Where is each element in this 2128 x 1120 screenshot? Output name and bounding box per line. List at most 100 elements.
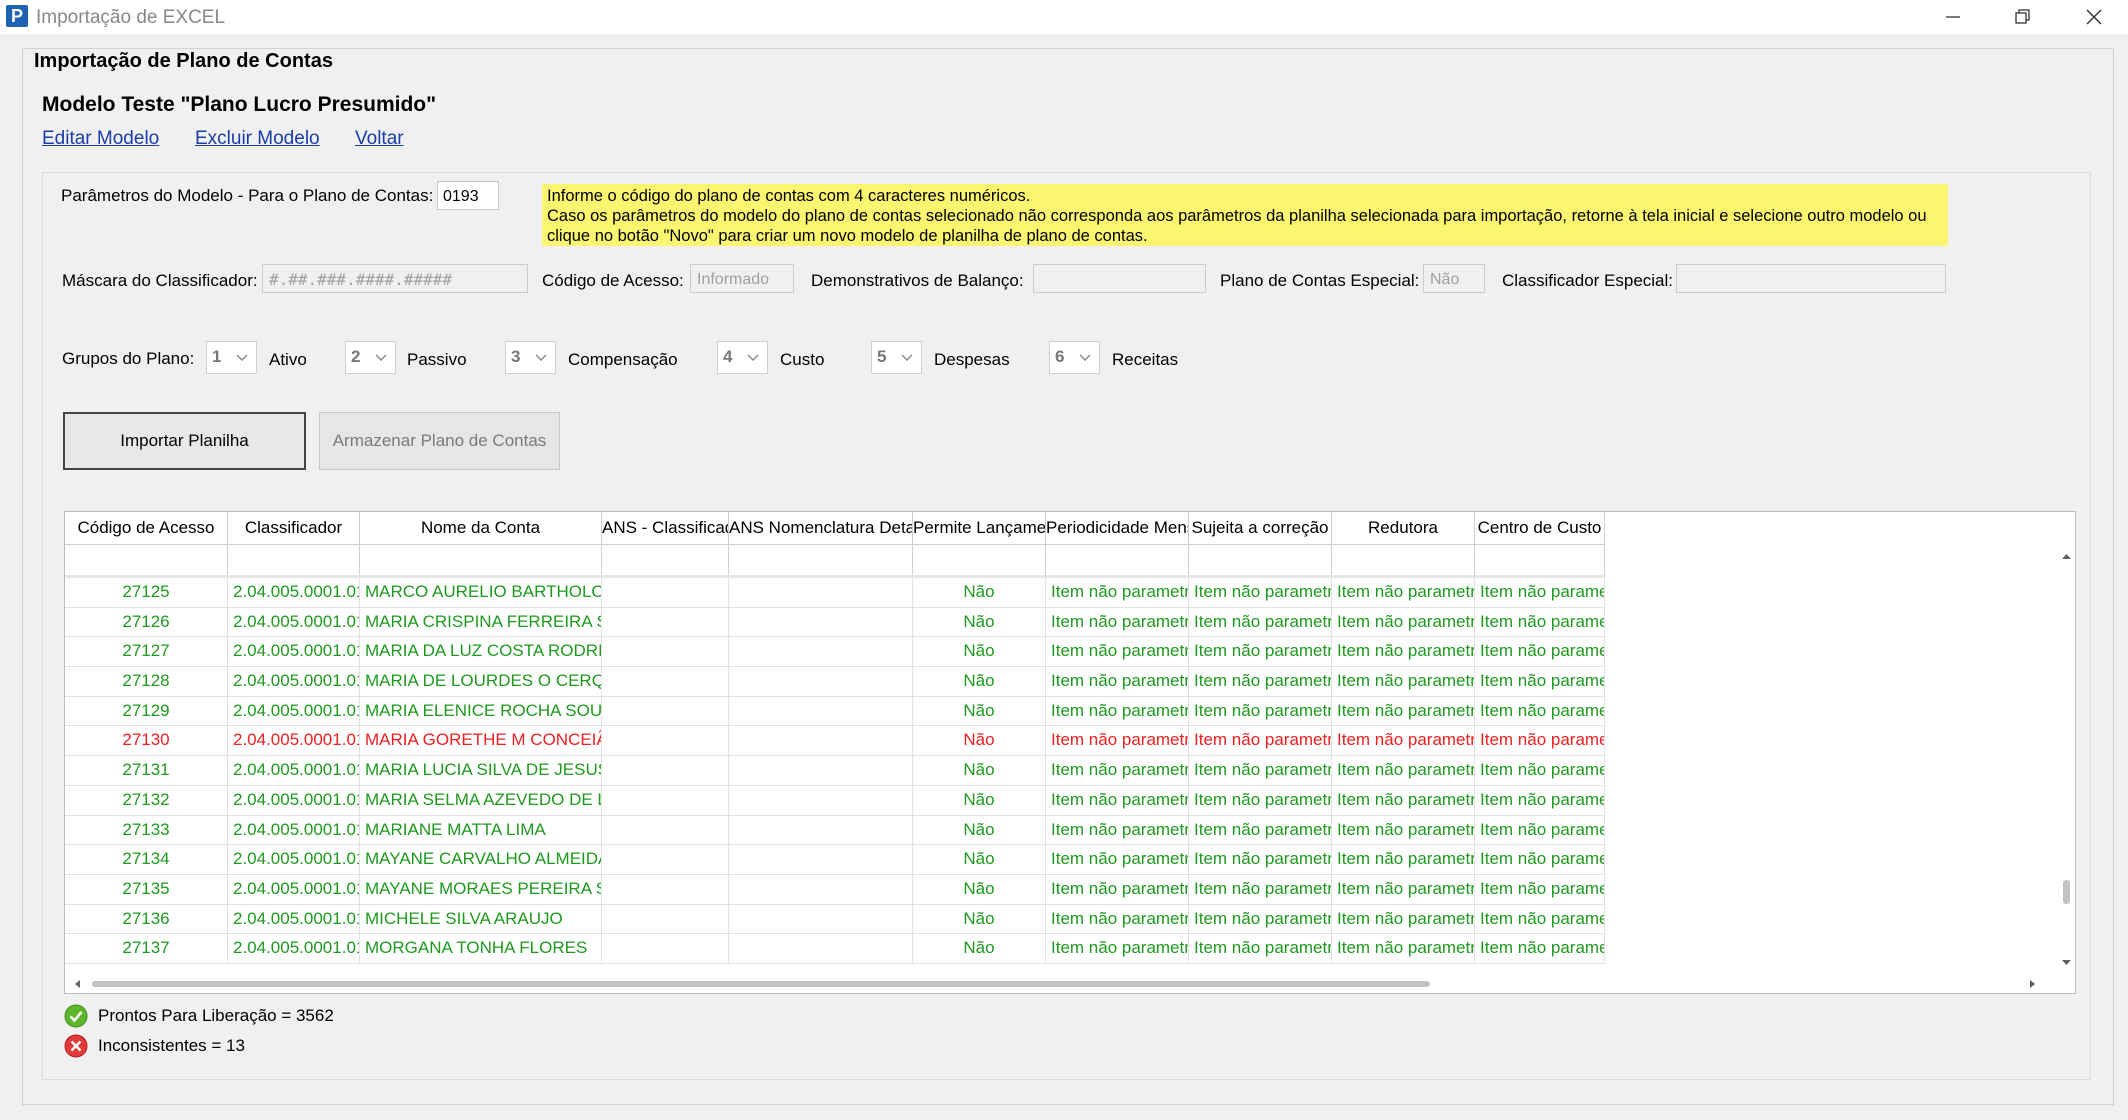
table-cell: Não xyxy=(913,578,1046,607)
table-cell: Item não parametrizado xyxy=(1189,904,1332,934)
filter-cell[interactable] xyxy=(729,545,913,575)
plan-code-input[interactable]: 0193 xyxy=(437,181,499,210)
special-classifier-input[interactable] xyxy=(1676,264,1946,293)
table-row[interactable]: 271252.04.005.0001.01143MARCO AURELIO BA… xyxy=(65,578,1605,608)
filter-cell[interactable] xyxy=(65,545,228,575)
column-header[interactable]: Nome da Conta xyxy=(360,512,602,544)
table-row[interactable]: 271272.04.005.0001.01145MARIA DA LUZ COS… xyxy=(65,637,1605,668)
table-cell: Não xyxy=(913,785,1046,815)
table-cell: Item não parametrizado xyxy=(1189,696,1332,726)
edit-model-link[interactable]: Editar Modelo xyxy=(42,128,159,150)
table-cell: 27133 xyxy=(65,815,228,845)
filter-cell[interactable] xyxy=(1475,545,1605,575)
table-row[interactable]: 271292.04.005.0001.01147MARIA ELENICE RO… xyxy=(65,696,1605,727)
balance-input[interactable] xyxy=(1033,264,1206,293)
group-combo-value: 4 xyxy=(723,347,733,366)
delete-model-link[interactable]: Excluir Modelo xyxy=(195,128,320,150)
table-cell: Não xyxy=(913,637,1046,667)
table-cell: 27134 xyxy=(65,845,228,874)
column-header[interactable]: Permite Lançamento xyxy=(913,512,1046,544)
group-combo-value: 2 xyxy=(351,347,361,366)
filter-cell[interactable] xyxy=(913,545,1046,575)
group-combo-6[interactable]: 6 xyxy=(1049,341,1100,374)
table-row[interactable]: 271322.04.005.0001.01150MARIA SELMA AZEV… xyxy=(65,785,1605,816)
filter-cell[interactable] xyxy=(1046,545,1189,575)
chevron-down-icon xyxy=(375,354,387,361)
scroll-down-icon[interactable] xyxy=(2062,960,2071,965)
horizontal-scrollbar[interactable] xyxy=(65,975,2075,993)
access-code-input[interactable]: Informado xyxy=(690,264,794,293)
table-row[interactable]: 271262.04.005.0001.01144MARIA CRISPINA F… xyxy=(65,607,1605,638)
table-row[interactable]: 271372.04.005.0001.01155MORGANA TONHA FL… xyxy=(65,934,1605,964)
filter-cell[interactable] xyxy=(1332,545,1475,575)
table-row[interactable]: 271332.04.005.0001.01151MARIANE MATTA LI… xyxy=(65,815,1605,846)
back-link[interactable]: Voltar xyxy=(355,128,404,150)
scroll-thumb[interactable] xyxy=(92,981,1430,987)
column-header[interactable]: Sujeita a correção xyxy=(1189,512,1332,544)
group-combo-5[interactable]: 5 xyxy=(871,341,922,374)
store-plan-button[interactable]: Armazenar Plano de Contas xyxy=(319,412,560,470)
chevron-down-icon xyxy=(535,354,547,361)
table-cell: 2.04.005.0001.01146 xyxy=(228,667,360,696)
table-cell xyxy=(729,578,913,607)
restore-button[interactable] xyxy=(1995,0,2051,34)
group-combo-1[interactable]: 1 xyxy=(206,341,257,374)
filter-cell[interactable] xyxy=(602,545,729,575)
table-row[interactable]: 271352.04.005.0001.01153MAYANE MORAES PE… xyxy=(65,874,1605,905)
table-cell: Item não parametrizado xyxy=(1189,785,1332,815)
table-cell: Item não parametrizado xyxy=(1475,815,1605,845)
filter-cell[interactable] xyxy=(1189,545,1332,575)
column-header[interactable]: ANS Nomenclatura Detalhada xyxy=(729,512,913,544)
group-name: Despesas xyxy=(934,350,1010,369)
hint-box: Informe o código do plano de contas com … xyxy=(542,184,1948,246)
table-cell: Item não parametrizado xyxy=(1332,845,1475,874)
vertical-scrollbar[interactable] xyxy=(2058,545,2075,975)
chevron-down-icon xyxy=(901,354,913,361)
table-row[interactable]: 271342.04.005.0001.01152MAYANE CARVALHO … xyxy=(65,845,1605,875)
column-header[interactable]: Periodicidade Mensal xyxy=(1046,512,1189,544)
group-combo-4[interactable]: 4 xyxy=(717,341,768,374)
scroll-right-icon[interactable] xyxy=(2030,980,2035,988)
table-cell: Item não parametrizado xyxy=(1332,756,1475,785)
column-header[interactable]: Centro de Custo xyxy=(1475,512,1605,544)
table-cell: 2.04.005.0001.01154 xyxy=(228,904,360,934)
hint-line-3: clique no botão "Novo" para criar um nov… xyxy=(547,227,1148,245)
table-row[interactable]: 271362.04.005.0001.01154MICHELE SILVA AR… xyxy=(65,904,1605,935)
table-cell xyxy=(602,785,729,815)
table-cell: Item não parametrizado xyxy=(1046,845,1189,874)
table-cell: Item não parametrizado xyxy=(1046,726,1189,756)
table-row[interactable]: 271282.04.005.0001.01146MARIA DE LOURDES… xyxy=(65,667,1605,697)
column-header[interactable]: Classificador xyxy=(228,512,360,544)
table-cell: MARIANE MATTA LIMA xyxy=(360,815,602,845)
table-cell xyxy=(602,578,729,607)
app-logo-icon: P xyxy=(6,5,28,27)
table-cell: MAYANE CARVALHO ALMEIDA xyxy=(360,845,602,874)
column-header[interactable]: Código de Acesso xyxy=(65,512,228,544)
table-row[interactable]: 271312.04.005.0001.01149MARIA LUCIA SILV… xyxy=(65,756,1605,786)
table-cell: Item não parametrizado xyxy=(1189,667,1332,696)
restore-icon xyxy=(2015,9,2030,24)
scroll-left-icon[interactable] xyxy=(75,980,80,988)
group-combo-value: 5 xyxy=(877,347,887,366)
group-combo-value: 3 xyxy=(511,347,521,366)
table-cell: 27130 xyxy=(65,726,228,756)
special-plan-input[interactable]: Não xyxy=(1423,264,1485,293)
table-cell: Item não parametrizado xyxy=(1189,845,1332,874)
column-header[interactable]: ANS - Classificador xyxy=(602,512,729,544)
group-combo-2[interactable]: 2 xyxy=(345,341,396,374)
table-row[interactable]: 271302.04.005.0001.01148MARIA GORETHE M … xyxy=(65,726,1605,757)
column-header[interactable]: Redutora xyxy=(1332,512,1475,544)
import-spreadsheet-button[interactable]: Importar Planilha xyxy=(63,412,306,470)
scroll-thumb[interactable] xyxy=(2063,880,2070,904)
ready-summary: Prontos Para Liberação = 3562 xyxy=(64,1004,334,1028)
filter-cell[interactable] xyxy=(228,545,360,575)
filter-cell[interactable] xyxy=(360,545,602,575)
close-button[interactable] xyxy=(2066,0,2122,34)
balance-label: Demonstrativos de Balanço: xyxy=(811,271,1024,290)
table-cell xyxy=(729,934,913,963)
table-cell: Item não parametrizado xyxy=(1475,904,1605,934)
group-combo-3[interactable]: 3 xyxy=(505,341,556,374)
minimize-button[interactable] xyxy=(1925,0,1981,34)
scroll-up-icon[interactable] xyxy=(2062,554,2071,559)
mask-input[interactable]: #.##.###.####.##### xyxy=(262,264,528,293)
